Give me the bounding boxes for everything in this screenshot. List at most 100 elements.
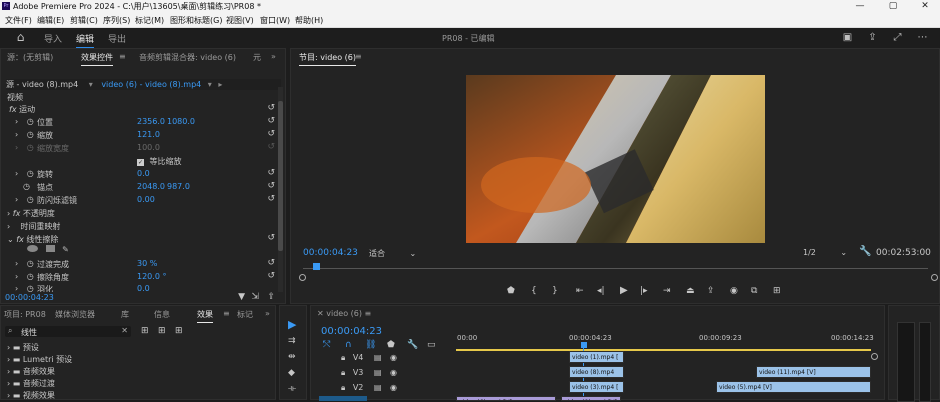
stopwatch-icon[interactable]: ◷: [27, 117, 34, 126]
reset-icon[interactable]: ↺: [267, 194, 275, 204]
search-field[interactable]: ⌕ 线性 ✕: [5, 326, 131, 337]
menu-view[interactable]: 视图(V): [226, 15, 254, 26]
reset-icon[interactable]: ↺: [267, 233, 275, 243]
motion-effect[interactable]: fx 运动: [9, 104, 35, 115]
lock-icon[interactable]: 🔒︎: [341, 368, 345, 377]
clip-v1-a[interactable]: video (6).mp4 [V]: [456, 396, 556, 401]
position-y-value[interactable]: 1080.0: [167, 117, 195, 126]
wipe-angle-value[interactable]: 120.0 °: [137, 272, 166, 281]
chevron-right-icon[interactable]: ›: [15, 259, 18, 268]
more-tabs-icon[interactable]: »: [265, 309, 270, 318]
chevron-right-icon[interactable]: ›: [15, 169, 18, 178]
chevron-right-icon[interactable]: ›: [7, 379, 10, 388]
search-input[interactable]: 线性: [21, 327, 37, 338]
tab-project[interactable]: 项目: PR08: [4, 309, 46, 320]
transition-completion-value[interactable]: 30 %: [137, 259, 157, 268]
captions-icon[interactable]: ▭: [427, 340, 436, 350]
export-frame-icon[interactable]: ⇲: [251, 292, 259, 302]
work-area-bar[interactable]: [456, 349, 871, 351]
scroll-start-icon[interactable]: [299, 274, 306, 281]
time-remap-effect[interactable]: › 时间重映射: [7, 221, 60, 232]
tab-markers[interactable]: 标记: [237, 309, 253, 320]
chevron-right-icon[interactable]: ›: [7, 209, 10, 218]
scroll-end-icon[interactable]: [931, 274, 938, 281]
settings-icon[interactable]: ⋯: [917, 32, 928, 43]
uniform-scale-checkbox[interactable]: ✓ 等比缩放: [137, 156, 182, 167]
anchor-x-value[interactable]: 2048.0: [137, 182, 165, 191]
effect-controls-timecode[interactable]: 00:00:04:23: [5, 293, 54, 302]
menu-marker[interactable]: 标记(M): [135, 15, 164, 26]
menu-help[interactable]: 帮助(H): [295, 15, 323, 26]
pen-mask-icon[interactable]: ✎: [62, 245, 69, 254]
accelerated-effects-icon[interactable]: ⊞: [141, 326, 149, 336]
chevron-right-icon[interactable]: ›: [7, 391, 10, 400]
extract-icon[interactable]: ⇪: [707, 286, 715, 296]
chevron-right-icon[interactable]: ›: [7, 222, 10, 231]
stopwatch-icon[interactable]: ◷: [27, 259, 34, 268]
share-icon[interactable]: ⇪: [267, 292, 275, 302]
chevron-right-icon[interactable]: ›: [15, 195, 18, 204]
anchor-y-value[interactable]: 987.0: [167, 182, 190, 191]
clip-v1-b[interactable]: video (9).mp4 [V]: [561, 396, 621, 401]
tab-media-browser[interactable]: 媒体浏览器: [55, 309, 95, 320]
chevron-right-icon[interactable]: ›: [15, 272, 18, 281]
reset-icon[interactable]: ↺: [267, 168, 275, 178]
effects-menu-icon[interactable]: ≡: [223, 309, 230, 318]
clip-v2-a[interactable]: video (3).mp4 [: [569, 381, 624, 393]
tab-audio-mixer[interactable]: 音频剪辑混合器: video (6): [139, 52, 236, 63]
sync-icon[interactable]: ▤: [374, 383, 382, 392]
slip-tool-icon[interactable]: ⟛: [288, 384, 296, 394]
go-to-in-icon[interactable]: ⇤: [576, 286, 584, 296]
reset-icon[interactable]: ↺: [267, 116, 275, 126]
scale-value[interactable]: 121.0: [137, 130, 160, 139]
dropdown-icon[interactable]: ▾: [89, 80, 93, 89]
stopwatch-icon[interactable]: ◷: [23, 182, 30, 191]
menu-graphics[interactable]: 图形和标题(G): [170, 15, 222, 26]
add-marker-icon[interactable]: ⬟: [507, 286, 515, 296]
ellipse-mask-icon[interactable]: [27, 245, 38, 252]
eye-icon[interactable]: ◉: [390, 368, 397, 377]
scrub-bar[interactable]: [303, 268, 928, 269]
rectangle-mask-icon[interactable]: [45, 245, 55, 252]
stopwatch-icon[interactable]: ◷: [27, 195, 34, 204]
go-to-out-icon[interactable]: ⇥: [663, 286, 671, 296]
stopwatch-icon[interactable]: ◷: [27, 130, 34, 139]
tab-effects[interactable]: 效果: [197, 309, 213, 323]
close-button[interactable]: ✕: [910, 0, 940, 13]
clear-icon[interactable]: ✕: [121, 326, 128, 335]
timeline-settings-icon[interactable]: 🔧: [407, 340, 418, 350]
chevron-right-icon[interactable]: ›: [7, 355, 10, 364]
fit-dropdown[interactable]: 适合 ⌄: [369, 248, 416, 259]
chevron-right-icon[interactable]: ›: [7, 367, 10, 376]
menu-clip[interactable]: 剪辑(C): [70, 15, 98, 26]
tab-metadata[interactable]: 元: [253, 52, 261, 63]
ripple-edit-tool-icon[interactable]: ⇹: [288, 352, 296, 362]
tab-effect-controls-menu-icon[interactable]: ≡: [119, 52, 126, 61]
linear-wipe-effect[interactable]: ⌄ fx 线性擦除: [7, 234, 58, 245]
reset-icon[interactable]: ↺: [267, 129, 275, 139]
stopwatch-icon[interactable]: ◷: [27, 284, 34, 292]
folder-item[interactable]: › ▬ Lumetri 预设: [7, 354, 72, 365]
menu-edit[interactable]: 编辑(E): [37, 15, 64, 26]
program-timecode[interactable]: 00:00:04:23: [303, 248, 358, 258]
tab-source[interactable]: 源：(无剪辑): [7, 52, 53, 63]
filter-icon[interactable]: ▼: [238, 292, 245, 302]
lock-icon[interactable]: 🔒︎: [341, 383, 345, 392]
checkbox-checked-icon[interactable]: ✓: [137, 159, 144, 166]
lock-icon[interactable]: 🔒︎: [341, 353, 345, 362]
menu-sequence[interactable]: 序列(S): [103, 15, 130, 26]
clip-v3-b[interactable]: video (11).mp4 [V]: [756, 366, 871, 378]
mark-in-icon[interactable]: {: [531, 286, 537, 296]
folder-item[interactable]: › ▬ 音频效果: [7, 366, 55, 377]
chevron-right-icon[interactable]: ›: [15, 130, 18, 139]
playhead-marker[interactable]: [313, 263, 320, 270]
dropdown-icon[interactable]: ▾: [208, 80, 212, 89]
antiflicker-value[interactable]: 0.00: [137, 195, 155, 204]
nest-icon[interactable]: ⤲: [323, 340, 330, 350]
timeline-timecode[interactable]: 00:00:04:23: [321, 326, 382, 337]
folder-item[interactable]: › ▬ 音频过渡: [7, 378, 55, 389]
stopwatch-icon[interactable]: ◷: [27, 169, 34, 178]
multicam-icon[interactable]: ⊞: [773, 286, 781, 296]
playhead-marker[interactable]: [581, 342, 587, 348]
expand-icon[interactable]: ⤢: [892, 32, 903, 43]
